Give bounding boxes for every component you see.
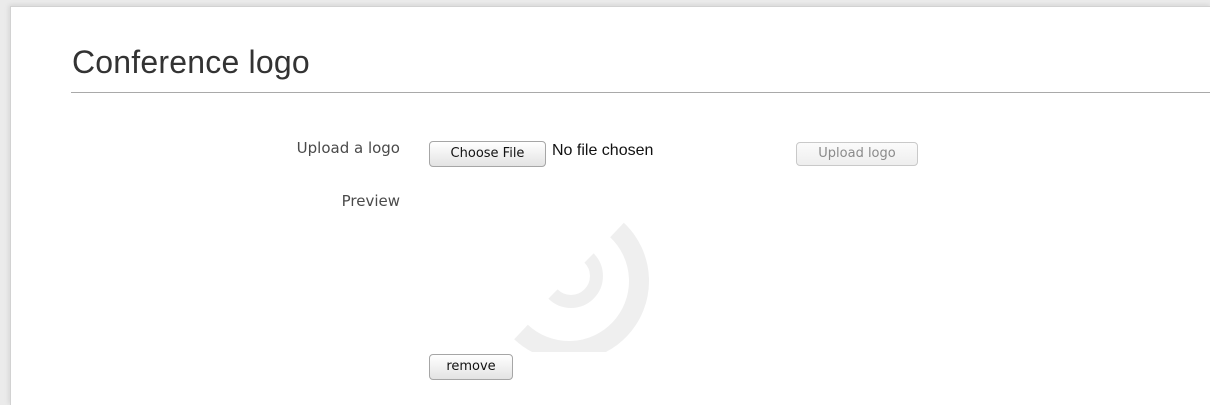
- title-divider: [71, 92, 1210, 93]
- choose-file-button[interactable]: Choose File: [429, 141, 546, 167]
- upload-logo-label: Upload a logo: [296, 139, 400, 157]
- spinner-icon: [514, 222, 650, 352]
- file-status-text: No file chosen: [552, 142, 654, 159]
- section-title: Conference logo: [72, 44, 310, 80]
- remove-logo-button[interactable]: remove: [429, 354, 513, 380]
- upload-logo-button[interactable]: Upload logo: [796, 142, 918, 166]
- logo-settings-panel: Conference logo Upload a logo Choose Fil…: [10, 6, 1210, 405]
- logo-preview: [429, 202, 729, 352]
- preview-label: Preview: [341, 192, 400, 210]
